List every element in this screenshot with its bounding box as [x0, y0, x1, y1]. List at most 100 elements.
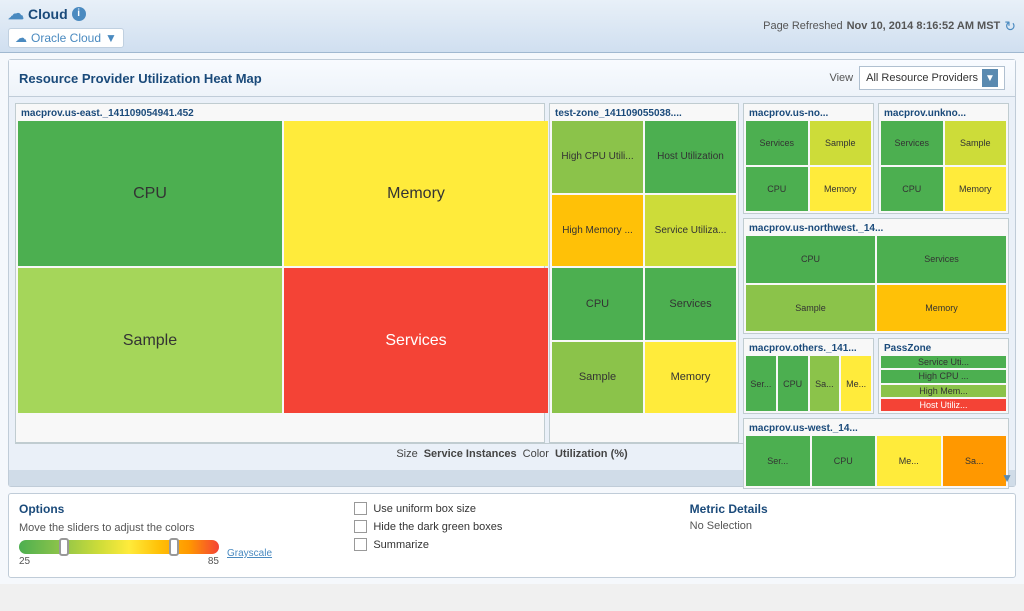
- info-icon[interactable]: i: [72, 7, 86, 21]
- small-providers-row-3: macprov.others._141... Ser... CPU Sa... …: [743, 338, 1009, 414]
- small-providers-row-2: macprov.us-northwest._14... CPU Services…: [743, 218, 1009, 334]
- pz-host-util[interactable]: Host Utiliz...: [881, 399, 1006, 411]
- east-sample-cell[interactable]: Sample: [18, 268, 282, 413]
- view-label: View: [829, 72, 853, 84]
- small-providers-row-4: macprov.us-west._14... Ser... CPU Me... …: [743, 418, 1009, 489]
- oracle-cloud-selector[interactable]: ☁ Oracle Cloud ▼: [8, 28, 124, 48]
- checkbox-uniform[interactable]: [354, 502, 367, 515]
- west-cpu[interactable]: CPU: [812, 436, 876, 486]
- provider-northwest-title: macprov.us-northwest._14...: [746, 221, 1006, 236]
- test-cell-3[interactable]: High Memory ...: [552, 195, 643, 267]
- provider-east-title: macprov.us-east._141109054941.452: [18, 106, 542, 121]
- heatmap-panel: Resource Provider Utilization Heat Map V…: [8, 59, 1016, 487]
- no-sample[interactable]: Sample: [810, 121, 872, 165]
- test-memory-cell[interactable]: Memory: [645, 342, 736, 414]
- provider-west-title: macprov.us-west._14...: [746, 421, 1006, 436]
- color-label: Color: [523, 448, 549, 460]
- east-memory-cell[interactable]: Memory: [284, 121, 548, 266]
- view-selector: View All Resource Providers ▼: [829, 66, 1005, 90]
- test-sample-cell[interactable]: Sample: [552, 342, 643, 414]
- refresh-label: Page Refreshed: [763, 20, 843, 32]
- east-cpu-cell[interactable]: CPU: [18, 121, 282, 266]
- others-cpu[interactable]: CPU: [778, 356, 808, 411]
- small-providers: macprov.us-no... Services Sample CPU Mem…: [743, 103, 1009, 443]
- cloud-icon: ☁: [8, 4, 24, 24]
- west-sa[interactable]: Sa...: [943, 436, 1007, 486]
- east-services-cell[interactable]: Services: [284, 268, 548, 413]
- panel-title: Resource Provider Utilization Heat Map: [19, 71, 262, 86]
- view-dropdown[interactable]: All Resource Providers ▼: [859, 66, 1005, 90]
- grayscale-btn[interactable]: Grayscale: [227, 548, 272, 559]
- provider-others: macprov.others._141... Ser... CPU Sa... …: [743, 338, 874, 414]
- app-header: ☁ Cloud i ☁ Oracle Cloud ▼ Page Refreshe…: [0, 0, 1024, 53]
- color-slider[interactable]: 25 85: [19, 540, 219, 567]
- refresh-datetime: Nov 10, 2014 8:16:52 AM MST: [847, 20, 1001, 32]
- options-title: Options: [19, 502, 334, 516]
- page-refresh-area: Page Refreshed Nov 10, 2014 8:16:52 AM M…: [763, 18, 1016, 35]
- others-sa[interactable]: Sa...: [810, 356, 840, 411]
- slider-thumb-right[interactable]: [169, 538, 179, 556]
- metric-section: Metric Details No Selection: [690, 502, 1005, 569]
- checkbox-section: Use uniform box size Hide the dark green…: [354, 502, 669, 569]
- color-value: Utilization (%): [555, 448, 628, 460]
- test-cpu-cell[interactable]: CPU: [552, 268, 643, 340]
- provider-no-title: macprov.us-no...: [746, 106, 871, 121]
- no-memory[interactable]: Memory: [810, 167, 872, 211]
- provider-passzone: PassZone Service Uti... High CPU ... Hig…: [878, 338, 1009, 414]
- slider-numbers: 25 85: [19, 556, 219, 567]
- metric-value: No Selection: [690, 520, 1005, 532]
- main-content: Resource Provider Utilization Heat Map V…: [0, 53, 1024, 584]
- options-panel: Options Move the sliders to adjust the c…: [8, 493, 1016, 578]
- pz-service-util[interactable]: Service Uti...: [881, 356, 1006, 368]
- oracle-cloud-label: Oracle Cloud: [31, 31, 101, 45]
- refresh-icon[interactable]: ↻: [1004, 18, 1016, 35]
- size-label: Size: [396, 448, 417, 460]
- west-me[interactable]: Me...: [877, 436, 941, 486]
- slider-min: 25: [19, 556, 30, 567]
- test-cell-2[interactable]: Host Utilization: [645, 121, 736, 193]
- nw-services[interactable]: Services: [877, 236, 1006, 283]
- no-services[interactable]: Services: [746, 121, 808, 165]
- slider-max: 85: [208, 556, 219, 567]
- test-cell-4[interactable]: Service Utiliza...: [645, 195, 736, 267]
- provider-unkno-title: macprov.unkno...: [881, 106, 1006, 121]
- heatmap-container: macprov.us-east._141109054941.452 CPU Me…: [9, 97, 1015, 470]
- slider-label: Move the sliders to adjust the colors: [19, 522, 334, 534]
- heatmap-grid: macprov.us-east._141109054941.452 CPU Me…: [15, 103, 1009, 443]
- dropdown-chevron: ▼: [105, 31, 117, 45]
- provider-northwest: macprov.us-northwest._14... CPU Services…: [743, 218, 1009, 334]
- dropdown-arrow-icon[interactable]: ▼: [982, 69, 998, 87]
- provider-test: test-zone_141109055038.... High CPU Util…: [549, 103, 739, 443]
- no-cpu[interactable]: CPU: [746, 167, 808, 211]
- unkno-cpu[interactable]: CPU: [881, 167, 943, 211]
- west-ser[interactable]: Ser...: [746, 436, 810, 486]
- checkbox-uniform-label: Use uniform box size: [373, 503, 476, 515]
- slider-thumb-left[interactable]: [59, 538, 69, 556]
- others-ser[interactable]: Ser...: [746, 356, 776, 411]
- test-services-cell[interactable]: Services: [645, 268, 736, 340]
- others-me[interactable]: Me...: [841, 356, 871, 411]
- provider-test-title: test-zone_141109055038....: [552, 106, 736, 121]
- nw-cpu[interactable]: CPU: [746, 236, 875, 283]
- checkbox-summarize-label: Summarize: [373, 539, 429, 551]
- unkno-memory[interactable]: Memory: [945, 167, 1007, 211]
- pz-high-cpu[interactable]: High CPU ...: [881, 370, 1006, 382]
- pz-high-mem[interactable]: High Mem...: [881, 385, 1006, 397]
- checkbox-summarize[interactable]: [354, 538, 367, 551]
- nw-sample[interactable]: Sample: [746, 285, 875, 332]
- provider-no: macprov.us-no... Services Sample CPU Mem…: [743, 103, 874, 214]
- provider-east: macprov.us-east._141109054941.452 CPU Me…: [15, 103, 545, 443]
- unkno-services[interactable]: Services: [881, 121, 943, 165]
- test-cell-1[interactable]: High CPU Utili...: [552, 121, 643, 193]
- cloud-small-icon: ☁: [15, 31, 27, 45]
- slider-track: [19, 540, 219, 554]
- nw-memory[interactable]: Memory: [877, 285, 1006, 332]
- provider-passzone-title: PassZone: [881, 341, 1006, 356]
- view-value: All Resource Providers: [866, 72, 978, 84]
- size-value: Service Instances: [424, 448, 517, 460]
- scroll-down-icon[interactable]: ▼: [1001, 471, 1013, 485]
- checkbox-row-3: Summarize: [354, 538, 669, 551]
- options-section: Options Move the sliders to adjust the c…: [19, 502, 334, 569]
- unkno-sample[interactable]: Sample: [945, 121, 1007, 165]
- checkbox-darkgreen[interactable]: [354, 520, 367, 533]
